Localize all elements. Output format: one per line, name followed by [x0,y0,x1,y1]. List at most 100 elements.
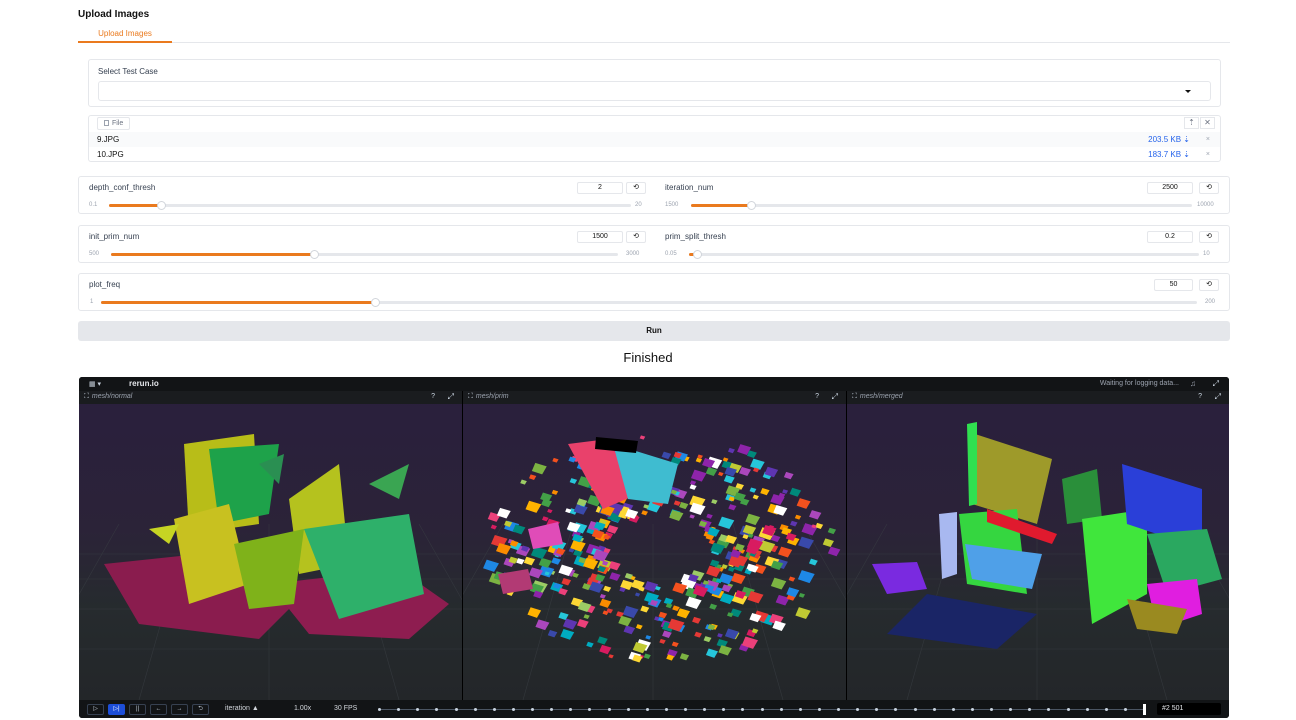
primitive-patch [547,630,558,638]
primitive-patch [760,488,770,496]
status-text: Finished [623,350,673,365]
slider-thumb[interactable] [309,250,319,259]
slider-thumb[interactable] [692,250,702,259]
step-forward-icon[interactable]: ▷| [108,704,125,715]
prim-split-thresh-input[interactable]: 0.2 [1147,231,1193,243]
app-page: Upload Images Upload Images Select Test … [0,0,1296,720]
space-view-mesh-prim[interactable]: ⛶ mesh/prim ? ⤢ [463,391,846,700]
test-case-dropdown[interactable] [98,81,1211,101]
upload-icon[interactable]: ⇡ [1184,117,1199,129]
timeline-dot [473,708,477,711]
slider-thumb[interactable] [157,201,167,210]
plot-freq-input[interactable]: 50 [1154,279,1193,291]
slider-min: 1500 [665,202,679,208]
timeline-dot [913,708,917,711]
primitive-patch [540,492,553,502]
rerun-viewer: ▦ ▾ rerun.io Waiting for logging data...… [79,377,1229,718]
space-view-mesh-merged[interactable]: ⛶ mesh/merged ? ⤢ [847,391,1229,700]
iteration-num-slider[interactable] [691,201,1192,210]
primitive-patch [692,616,701,624]
depth-conf-thresh-slider[interactable] [109,201,631,210]
primitive-patch [717,633,723,638]
maximize-icon[interactable]: ⤢ [1213,379,1219,389]
timeline-selector[interactable]: iteration ▲ [225,705,259,712]
current-frame[interactable]: #2 501 [1157,703,1221,715]
primitive-patch [711,499,718,505]
primitive-patch [665,603,673,609]
timeline-dot [511,708,515,711]
help-icon[interactable]: ? [1198,393,1202,400]
timeline-dot [817,708,821,711]
playback-speed[interactable]: 1.00x [294,705,311,712]
primitive-patch [639,435,646,440]
slider-thumb[interactable] [371,298,380,307]
test-case-block: Select Test Case [88,59,1221,107]
timeline-dot [722,708,726,711]
file-chip-label: File [112,120,124,127]
primitive-patch [801,523,818,536]
init-prim-num-slider[interactable] [111,250,618,259]
timeline-dot [1009,708,1013,711]
slider-max: 20 [635,202,642,208]
depth-conf-thresh-input[interactable]: 2 [577,182,623,194]
timeline-dot [645,708,649,711]
file-row: 10.JPG 183.7 KB ⇣ × [89,147,1220,162]
reset-icon[interactable]: ⟲ [1199,279,1219,291]
file-remove-button[interactable]: × [1206,147,1210,162]
help-icon[interactable]: ? [431,393,435,400]
bell-icon[interactable]: ♫ [1190,379,1196,388]
primitive-patch [523,556,536,566]
timeline-dot [378,708,381,711]
timeline-dot [531,708,534,711]
step-back-icon[interactable]: ← [150,704,167,715]
menu-icon[interactable]: ▦ ▾ [89,380,101,388]
file-download-link[interactable]: 203.5 KB ⇣ [1148,132,1190,147]
step-forward-icon[interactable]: → [171,704,188,715]
play-icon[interactable]: ▷ [87,704,104,715]
run-button[interactable]: Run [78,321,1230,341]
timeline-dot [703,708,707,711]
reset-icon[interactable]: ⟲ [626,231,646,243]
help-icon[interactable]: ? [815,393,819,400]
reset-icon[interactable]: ⟲ [1199,231,1219,243]
plot-freq-slider[interactable] [101,298,1197,307]
pause-icon[interactable]: || [129,704,146,715]
tab-upload-images[interactable]: Upload Images [78,28,172,43]
primitive-patch [659,638,666,644]
primitive-patch [609,572,621,581]
timeline-cursor[interactable] [1143,704,1146,715]
loop-icon[interactable]: ⮌ [192,704,209,715]
prim-split-thresh-slider[interactable] [689,250,1199,259]
primitive-patch [640,605,650,613]
reset-icon[interactable]: ⟲ [626,182,646,194]
file-download-link[interactable]: 183.7 KB ⇣ [1148,147,1190,162]
clear-icon[interactable]: ✕ [1200,117,1215,129]
maximize-icon[interactable]: ⤢ [448,392,454,402]
iteration-num-input[interactable]: 2500 [1147,182,1193,194]
timeline-dot [932,708,936,711]
init-prim-num-input[interactable]: 1500 [577,231,623,243]
slider-thumb[interactable] [747,201,757,210]
primitive-patch [727,566,735,572]
primitive-patch [552,457,559,463]
primitive-patch [685,596,702,610]
maximize-icon[interactable]: ⤢ [1215,392,1221,402]
reset-icon[interactable]: ⟲ [1199,182,1219,194]
slider-fill [101,301,375,304]
file-remove-button[interactable]: × [1206,132,1210,147]
file-upload-block: File ⇡ ✕ 9.JPG 203.5 KB ⇣ × 10.JPG 183.7… [88,115,1221,162]
timeline-track[interactable] [378,704,1146,715]
playback-fps[interactable]: 30 FPS [334,705,357,712]
maximize-icon[interactable]: ⤢ [832,392,838,402]
primitive-patch [644,581,659,593]
primitive-patch [529,474,537,480]
timeline-dot [492,708,496,711]
space-view-mesh-normal[interactable]: ⛶ mesh/normal ? ⤢ [79,391,462,700]
panel-title: ⛶ mesh/prim [468,393,509,400]
panel-title: ⛶ mesh/merged [852,393,903,400]
mesh-render [847,422,1229,700]
timeline-dot [1104,708,1108,711]
panel-header: ⛶ mesh/merged ? ⤢ [847,391,1229,404]
timeline-dot [856,708,860,711]
slider-max: 10000 [1197,202,1214,208]
